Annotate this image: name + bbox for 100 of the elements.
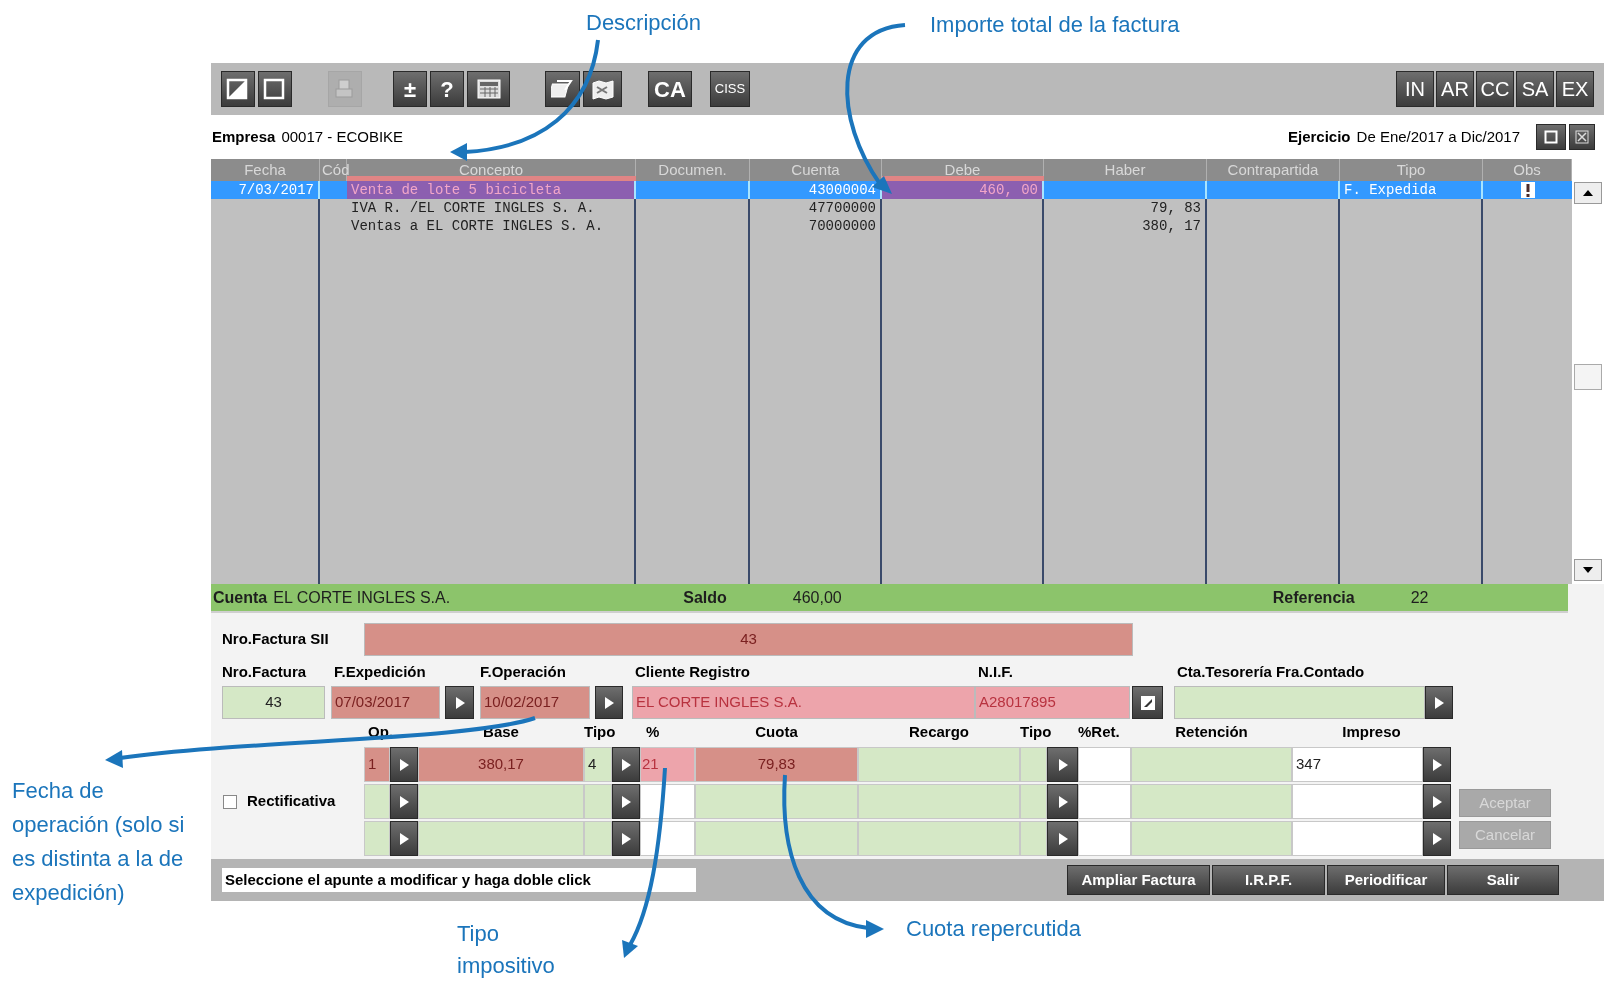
arrow-button[interactable] bbox=[390, 784, 418, 819]
action-button[interactable]: Ampliar Factura bbox=[1067, 865, 1210, 895]
column-header: Tipo bbox=[1020, 721, 1053, 742]
input-field[interactable]: 380,17 bbox=[418, 747, 584, 782]
input-field[interactable] bbox=[1174, 686, 1425, 719]
arrow-button[interactable] bbox=[1423, 784, 1451, 819]
arrow-button[interactable] bbox=[1423, 821, 1451, 856]
input-field[interactable]: 10/02/2017 bbox=[480, 686, 590, 719]
toolbar-button[interactable] bbox=[467, 71, 510, 107]
arrow-button[interactable] bbox=[390, 821, 418, 856]
toolbar-button[interactable]: CA bbox=[648, 71, 692, 107]
arrow-button[interactable] bbox=[390, 747, 418, 782]
input-field[interactable] bbox=[1078, 784, 1131, 819]
field-label: N.I.F. bbox=[978, 661, 1014, 682]
input-field[interactable] bbox=[1131, 821, 1292, 856]
input-field[interactable] bbox=[418, 784, 584, 819]
arrow-button[interactable] bbox=[612, 821, 640, 856]
arrow-button[interactable] bbox=[1425, 686, 1453, 719]
input-field[interactable] bbox=[695, 784, 858, 819]
scroll-up-button[interactable] bbox=[1574, 182, 1602, 204]
input-field[interactable] bbox=[584, 784, 612, 819]
invoice-number-field[interactable]: 43 bbox=[364, 623, 1133, 656]
toolbar-button[interactable]: ± bbox=[393, 71, 427, 107]
input-field[interactable] bbox=[1292, 821, 1423, 856]
notepad-icon bbox=[550, 78, 575, 100]
scrollbar-thumb[interactable] bbox=[1574, 364, 1602, 390]
play-arrow-icon bbox=[399, 832, 409, 845]
input-field[interactable] bbox=[584, 821, 612, 856]
input-field[interactable] bbox=[1020, 747, 1047, 782]
toolbar-button[interactable]: CISS bbox=[710, 71, 750, 107]
arrow-button[interactable] bbox=[445, 686, 474, 719]
toolbar-button[interactable]: AR bbox=[1436, 71, 1474, 107]
arrow-button[interactable] bbox=[595, 686, 623, 719]
reference-label: Referencia bbox=[1272, 587, 1355, 608]
toolbar-button[interactable] bbox=[221, 71, 255, 107]
field-label: Nro.Factura SII bbox=[222, 629, 330, 650]
arrow-button[interactable] bbox=[1047, 821, 1078, 856]
toolbar-button[interactable] bbox=[583, 71, 622, 107]
down-arrow-icon bbox=[1583, 567, 1593, 573]
action-button[interactable]: I.R.P.F. bbox=[1212, 865, 1325, 895]
input-field[interactable] bbox=[858, 747, 1020, 782]
input-field[interactable] bbox=[364, 784, 390, 819]
input-field[interactable] bbox=[858, 784, 1020, 819]
close-button[interactable] bbox=[1569, 124, 1595, 150]
input-field[interactable] bbox=[858, 821, 1020, 856]
input-field[interactable] bbox=[1131, 784, 1292, 819]
annotation-text: Cuota repercutida bbox=[906, 915, 1081, 943]
input-field[interactable] bbox=[1131, 747, 1292, 782]
play-arrow-icon bbox=[1432, 758, 1442, 771]
edit-button[interactable] bbox=[1132, 686, 1163, 719]
status-message: Seleccione el apunte a modificar y haga doble click bbox=[222, 868, 696, 892]
table-cell: F. Expedida bbox=[1340, 181, 1483, 199]
column-header: Retención bbox=[1174, 721, 1249, 742]
input-field[interactable]: 07/03/2017 bbox=[331, 686, 440, 719]
toolbar-button[interactable]: CC bbox=[1476, 71, 1514, 107]
arrow-button[interactable] bbox=[1047, 784, 1078, 819]
checkbox[interactable] bbox=[223, 794, 237, 809]
input-field[interactable]: 347 bbox=[1292, 747, 1423, 782]
toolbar-button[interactable] bbox=[545, 71, 580, 107]
table-row[interactable]: IVA R. /EL CORTE INGLES S. A. 47700000 79, 83 bbox=[211, 199, 1572, 217]
table-cell: 70000000 bbox=[750, 217, 882, 235]
input-field[interactable] bbox=[1078, 821, 1131, 856]
play-arrow-icon bbox=[621, 758, 631, 771]
toolbar-button[interactable] bbox=[258, 71, 292, 107]
scroll-down-button[interactable] bbox=[1574, 559, 1602, 581]
window-button[interactable] bbox=[1536, 124, 1566, 150]
input-field[interactable]: 1 bbox=[364, 747, 390, 782]
input-field[interactable] bbox=[1292, 784, 1423, 819]
play-arrow-icon bbox=[1434, 696, 1444, 709]
action-button[interactable]: Periodificar bbox=[1327, 865, 1445, 895]
arrow-button[interactable] bbox=[612, 784, 640, 819]
table-cell: 79, 83 bbox=[1044, 199, 1207, 217]
edit-icon bbox=[1140, 695, 1155, 710]
input-field[interactable] bbox=[1020, 821, 1047, 856]
balance-value: 460,00 bbox=[792, 587, 843, 608]
input-field[interactable] bbox=[418, 821, 584, 856]
input-field[interactable] bbox=[1078, 747, 1131, 782]
input-field[interactable]: 43 bbox=[222, 686, 325, 719]
toolbar-button[interactable]: EX bbox=[1556, 71, 1594, 107]
toolbar-button[interactable]: IN bbox=[1396, 71, 1434, 107]
arrow-button[interactable] bbox=[1047, 747, 1078, 782]
toolbar-button[interactable]: ? bbox=[430, 71, 464, 107]
period-value: De Ene/2017 a Dic/2017 bbox=[1356, 126, 1520, 147]
input-field[interactable] bbox=[1020, 784, 1047, 819]
table-cell: 47700000 bbox=[750, 199, 882, 217]
play-arrow-icon bbox=[1432, 795, 1442, 808]
checkbox-label: Rectificativa bbox=[247, 791, 336, 812]
input-field[interactable] bbox=[640, 784, 695, 819]
arrow-button[interactable] bbox=[612, 747, 640, 782]
play-arrow-icon bbox=[399, 758, 409, 771]
table-row[interactable]: Ventas a EL CORTE INGLES S. A. 70000000 380, 17 bbox=[211, 217, 1572, 235]
input-field[interactable] bbox=[695, 821, 858, 856]
input-field[interactable]: 79,83 bbox=[695, 747, 858, 782]
toolbar-button[interactable]: SA bbox=[1516, 71, 1554, 107]
input-field[interactable]: 4 bbox=[584, 747, 612, 782]
annotation-text: Importe total de la factura bbox=[930, 11, 1180, 39]
arrow-button[interactable] bbox=[1423, 747, 1451, 782]
input-field[interactable] bbox=[640, 821, 695, 856]
action-button[interactable]: Salir bbox=[1447, 865, 1559, 895]
input-field[interactable] bbox=[364, 821, 390, 856]
